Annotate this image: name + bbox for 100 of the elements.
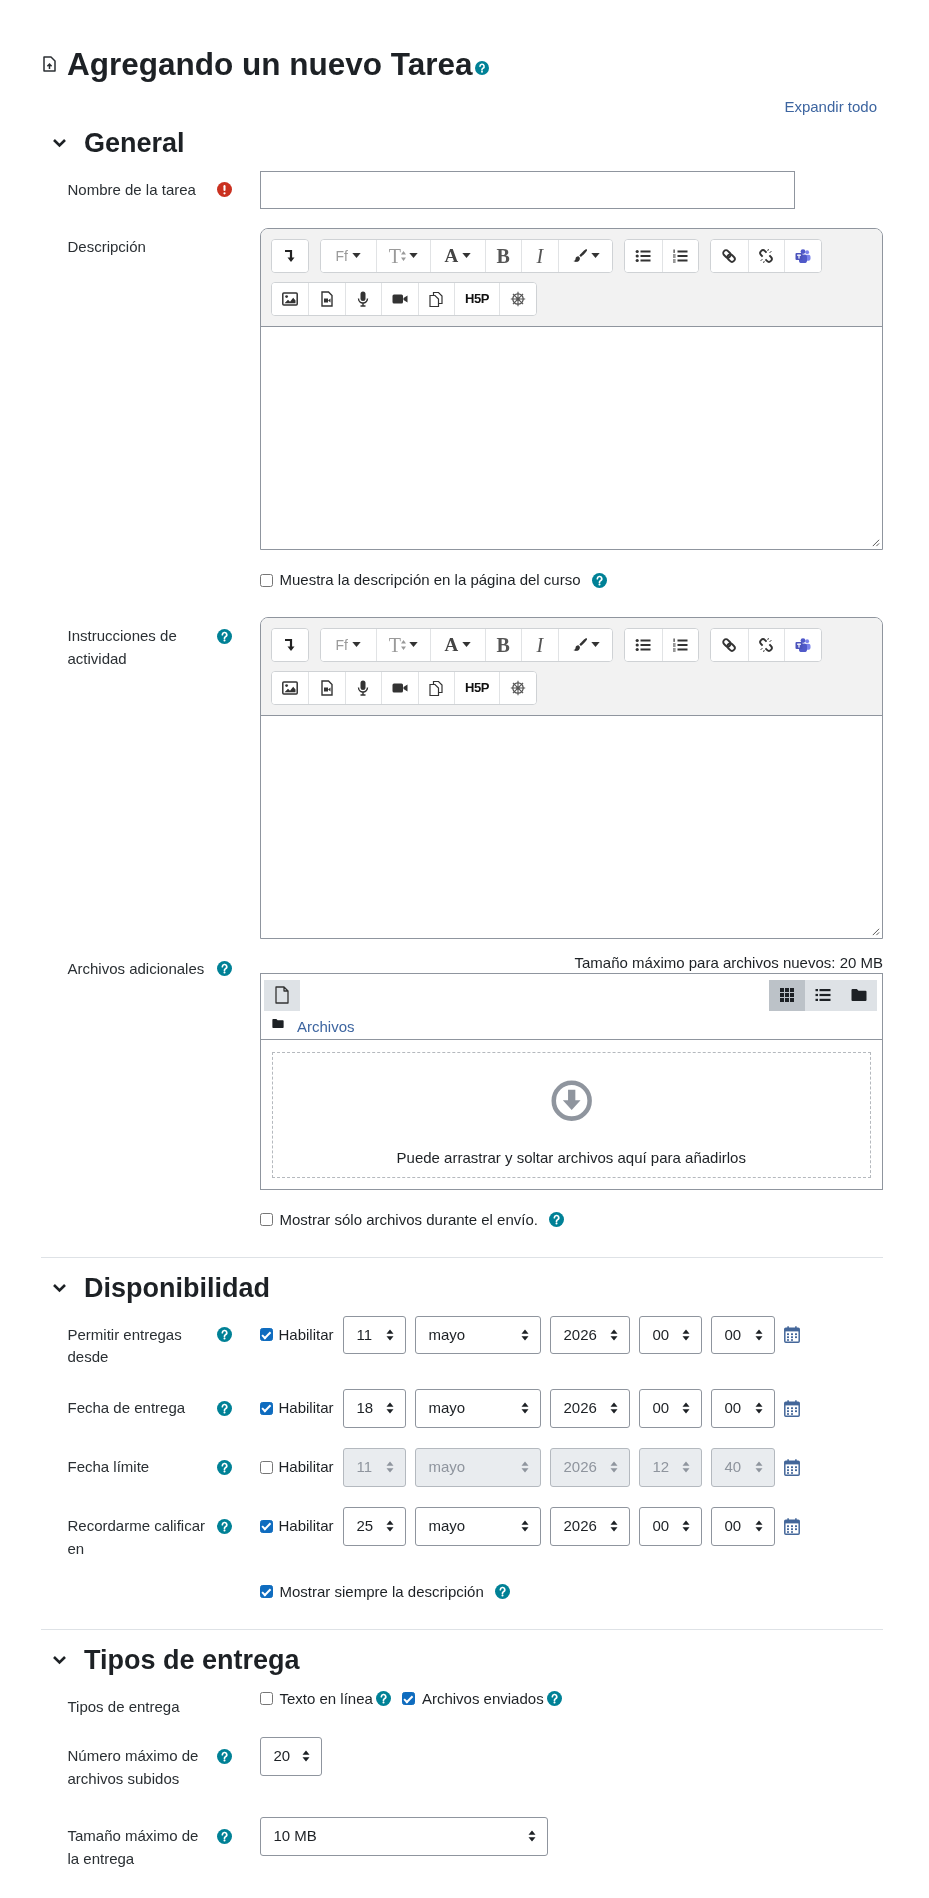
wheel-button[interactable] [499,671,536,704]
minute-dropdown[interactable]: 00 [710,1507,775,1546]
field-label: Fecha límite [67,1457,151,1478]
minute-dropdown[interactable]: 00 [710,1315,775,1355]
meeting-button[interactable] [784,239,821,272]
field-label: Recordarme calificar en [67,1516,207,1559]
hour-dropdown[interactable]: 00 [638,1315,702,1355]
help-icon[interactable] [591,572,607,588]
sort-arrows-icon [681,1520,690,1533]
checkbox-label: Texto en línea [279,1688,373,1709]
meeting-button[interactable] [784,628,821,661]
icon-view-button[interactable] [769,979,805,1011]
field-label: Instrucciones de actividad [67,626,178,669]
sort-arrows-icon [681,1328,690,1341]
help-icon[interactable] [216,1400,232,1416]
field-label: Número máximo de archivos subidos [67,1746,200,1789]
calendar-icon[interactable] [783,1326,800,1344]
folder-icon [851,987,867,1003]
year-dropdown[interactable]: 2026 [549,1507,630,1546]
sort-arrows-icon [681,1461,690,1474]
help-icon[interactable] [216,961,232,977]
day-dropdown[interactable]: 25 [342,1507,406,1546]
link-icon [721,636,738,653]
sort-arrows-icon [520,1328,529,1341]
numbered-list-button[interactable] [661,239,698,272]
checkbox-label: Muestra la descripción en la página del curso [279,570,581,590]
checkbox[interactable] [259,1213,273,1227]
field-label: Nombre de la tarea [67,179,197,200]
help-icon[interactable] [216,1828,232,1844]
checkbox[interactable] [259,573,273,587]
sort-arrows-icon [754,1328,763,1341]
video-file-icon [318,679,335,696]
count-dropdown[interactable]: 20 [259,1737,322,1776]
help-icon[interactable] [216,1518,232,1534]
help-icon[interactable] [216,628,232,644]
month-dropdown[interactable]: mayo [414,1315,541,1355]
tree-view-button[interactable] [841,979,877,1011]
up-down-arrows-icon [400,250,406,261]
bulleted-list-icon [635,247,652,264]
calendar-icon[interactable] [783,1399,800,1417]
month-dropdown[interactable]: mayo [414,1389,541,1428]
help-icon[interactable] [216,1748,232,1764]
checkbox[interactable] [259,1519,273,1533]
calendar-icon[interactable] [783,1517,800,1535]
year-dropdown[interactable]: 2026 [549,1389,630,1428]
day-dropdown[interactable]: 11 [342,1315,406,1355]
broken-link-icon [758,247,775,264]
highlight-button[interactable] [557,239,612,272]
list-view-button[interactable] [805,979,841,1011]
wheel-icon [509,679,526,696]
sort-arrows-icon [520,1520,529,1533]
highlight-button[interactable] [557,628,612,661]
more-buttons-button[interactable] [271,239,308,272]
checkbox[interactable] [259,1692,273,1706]
field-label: Fecha de entrega [67,1398,187,1419]
resize-grip-icon[interactable] [871,538,880,547]
image-icon [281,290,298,307]
drop-zone-text: Puede arrastrar y soltar archivos aquí para añadirlos [396,1147,746,1168]
sort-arrows-icon [302,1750,310,1763]
checkbox[interactable] [259,1585,273,1599]
hour-dropdown[interactable]: 00 [638,1507,702,1546]
more-buttons-button[interactable] [271,628,308,661]
checkbox[interactable] [259,1401,273,1415]
page-title: Agregando un nuevo Tarea [67,44,473,83]
input-field[interactable] [259,170,795,209]
folder-path-link[interactable]: Archivos [297,1015,355,1038]
size-dropdown[interactable]: 10 MB [259,1817,548,1856]
help-icon[interactable] [216,1327,232,1343]
help-icon[interactable] [548,1212,564,1228]
people-icon [794,636,811,653]
help-icon[interactable] [546,1691,562,1707]
checkbox[interactable] [259,1328,273,1342]
add-file-button[interactable] [264,979,300,1011]
broken-link-icon [758,636,775,653]
caret-icon [351,642,361,648]
numbered-list-button[interactable] [661,628,698,661]
day-dropdown[interactable]: 18 [342,1389,406,1428]
resize-grip-icon[interactable] [871,927,880,936]
caret-icon [590,253,600,259]
expand-all-link[interactable]: Expandir todo [784,95,877,118]
checkbox-label: Mostrar sólo archivos durante el envío. [279,1209,538,1230]
hour-dropdown[interactable]: 00 [638,1389,702,1428]
image-icon [281,679,298,696]
numbered-list-icon [672,247,689,264]
wheel-button[interactable] [499,282,536,315]
sort-arrows-icon [520,1461,529,1474]
help-icon[interactable] [475,60,490,75]
year-dropdown[interactable]: 2026 [549,1315,630,1355]
drop-zone[interactable]: Puede arrastrar y soltar archivos aquí para añadirlos [271,1052,871,1178]
help-icon[interactable] [375,1691,391,1707]
field-label: Tamaño máximo de la entrega [67,1826,200,1869]
chevron-icon[interactable] [52,1282,67,1293]
help-icon[interactable] [494,1584,510,1600]
wheel-icon [509,290,526,307]
minute-dropdown[interactable]: 00 [710,1389,775,1428]
sort-arrows-icon [520,1402,529,1415]
chevron-icon[interactable] [52,1654,67,1665]
chevron-icon[interactable] [52,137,67,148]
checkbox[interactable] [401,1692,415,1706]
month-dropdown[interactable]: mayo [414,1507,541,1546]
